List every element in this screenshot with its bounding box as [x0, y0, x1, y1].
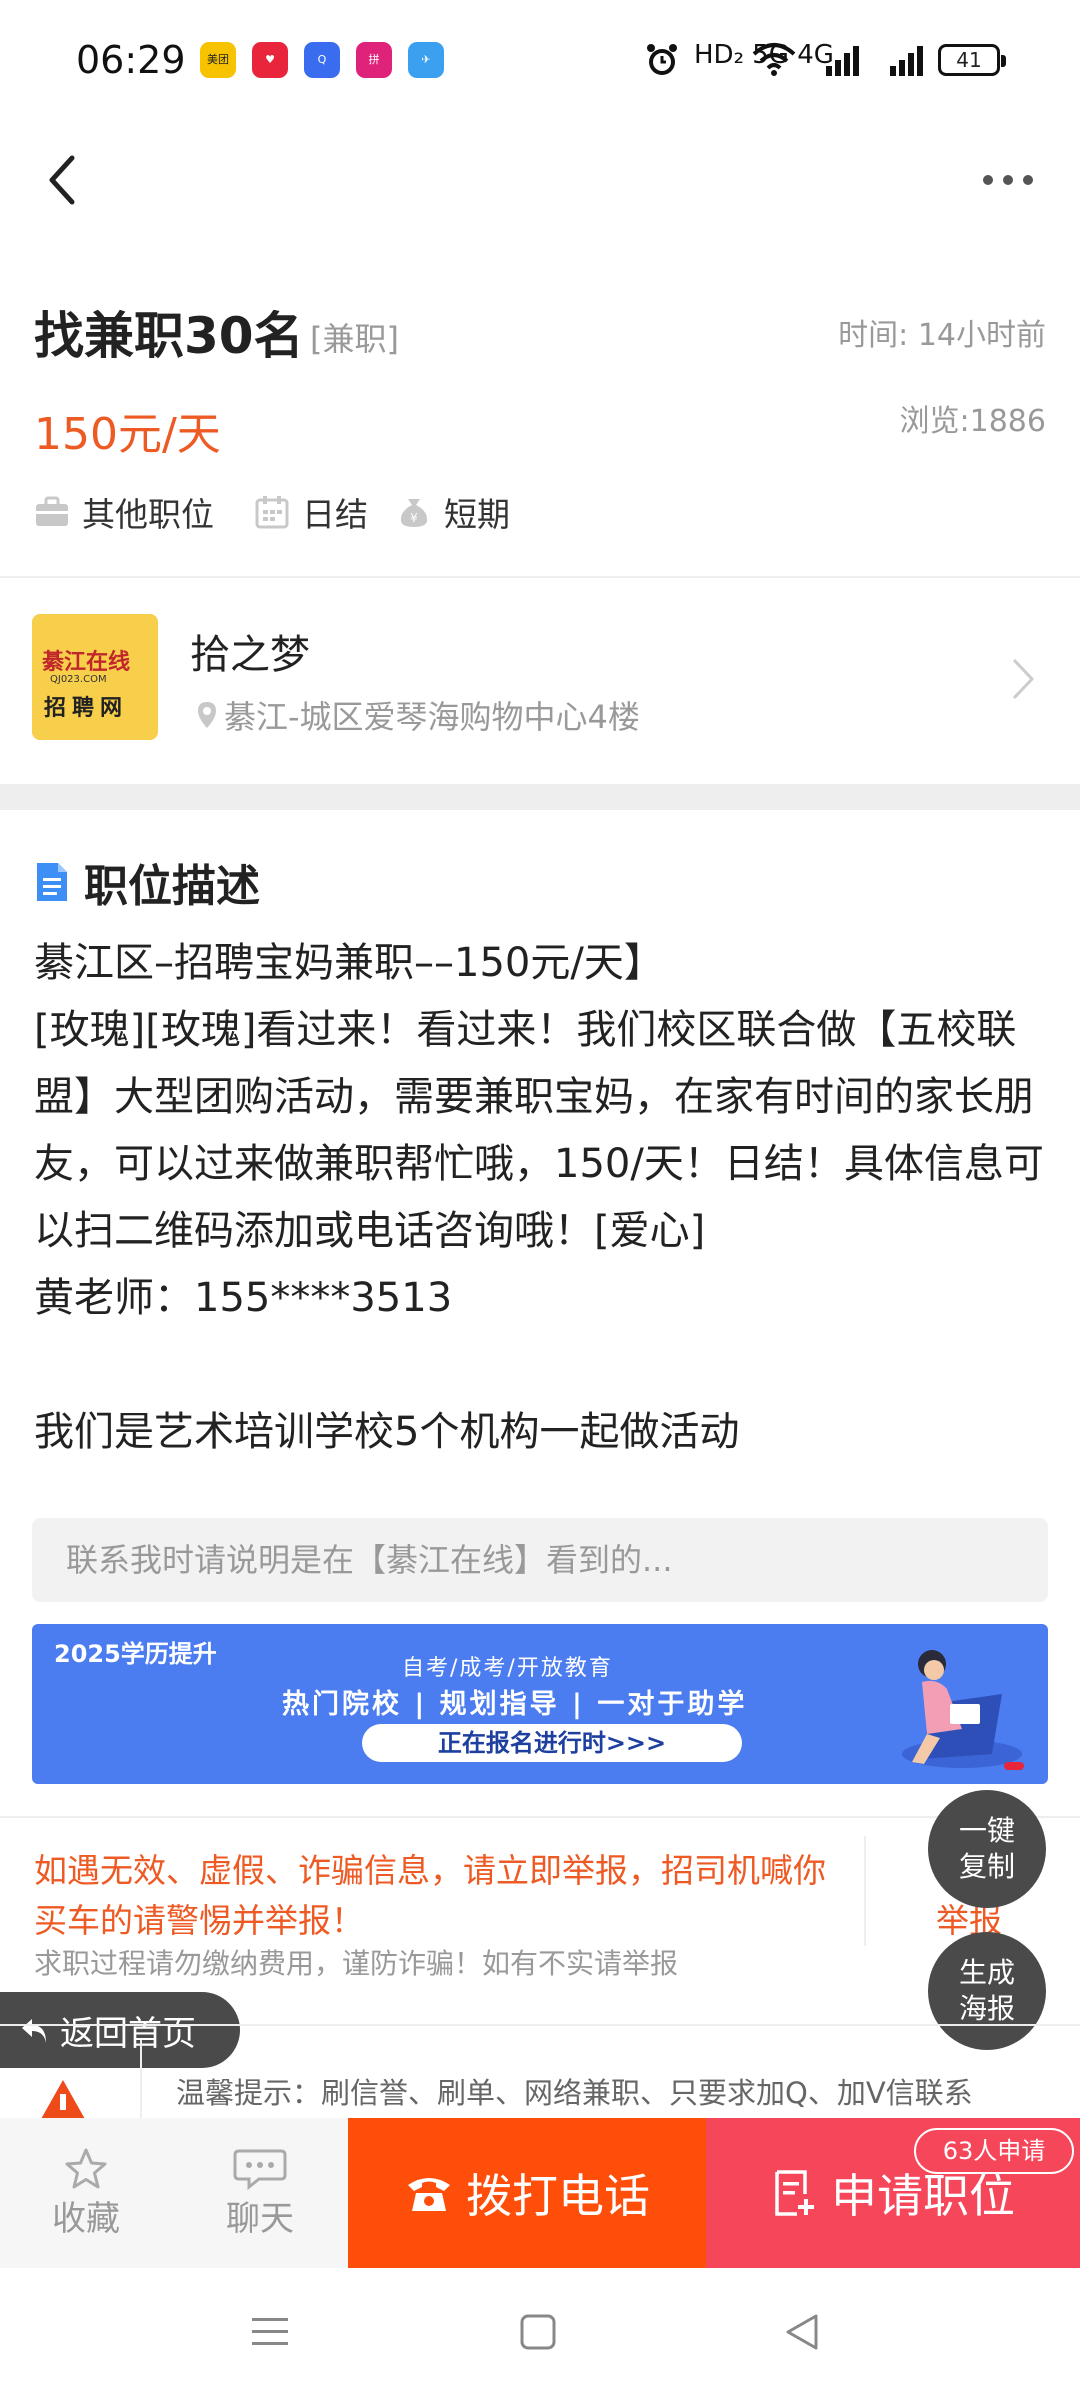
job-title: 找兼职30名: [34, 307, 304, 365]
copy-fab-button[interactable]: 一键 复制: [928, 1790, 1046, 1908]
poster-fab-button[interactable]: 生成 海报: [928, 1932, 1046, 2050]
logo-line-2: QJ023.COM: [50, 674, 107, 685]
location-pin-icon: [198, 702, 216, 728]
chevron-right-icon[interactable]: [1010, 656, 1036, 702]
tag-duration-label: 短期: [444, 495, 510, 534]
banner-tag: 2025学历提升: [54, 1640, 217, 1668]
view-count: 浏览:1886: [899, 404, 1046, 439]
briefcase-icon: [36, 496, 68, 526]
home-square-icon[interactable]: [518, 2312, 558, 2352]
tag-category-label: 其他职位: [82, 495, 214, 534]
chat-label: 聊天: [226, 2198, 294, 2239]
back-arrow-icon[interactable]: [40, 150, 90, 210]
applicant-count-badge: 63人申请: [914, 2128, 1074, 2174]
section-title-label: 职位描述: [84, 861, 260, 912]
job-description: 綦江区–招聘宝妈兼职––150元/天】 [玫瑰][玫瑰]看过来！看过来！我们校区…: [34, 940, 1044, 1455]
post-time: 时间: 14小时前: [838, 318, 1046, 353]
banner-line-2: 热门院校 | 规划指导 | 一对于助学: [282, 1689, 748, 1720]
contact-note: 联系我时请说明是在【綦江在线】看到的...: [32, 1518, 1048, 1602]
company-address-label: 綦江-城区爱琴海购物中心4楼: [224, 698, 640, 736]
call-label: 拨打电话: [466, 2169, 650, 2223]
call-button[interactable]: 拨打电话: [348, 2118, 706, 2268]
chat-bubble-icon: [233, 2149, 287, 2190]
feather-app-icon: ✈: [408, 42, 444, 78]
alarm-icon: [647, 44, 677, 75]
fraud-warning-sub: 求职过程请勿缴纳费用，谨防诈骗！如有不实请举报: [34, 1947, 679, 1980]
phone-icon: [408, 2178, 450, 2211]
favorite-button[interactable]: 收藏: [0, 2118, 172, 2268]
calendar-icon: [255, 496, 289, 529]
return-arrow-icon: [22, 2019, 46, 2043]
warm-tip: 温馨提示：刷信誉、刷单、网络兼职、只要求加Q、加V信联系: [176, 2076, 973, 2110]
star-icon: [65, 2148, 107, 2188]
vertical-divider: [864, 1836, 866, 1946]
svg-text:¥: ¥: [410, 511, 418, 525]
meituan-app-icon: 美团: [200, 42, 236, 78]
divider: [0, 576, 1080, 578]
qq-app-icon: Q: [304, 42, 340, 78]
wifi-icon: [752, 43, 796, 76]
more-options-icon[interactable]: [978, 170, 1038, 190]
logo-line-3: 招聘网: [44, 695, 129, 721]
pinduoduo-app-icon: 拼: [356, 42, 392, 78]
tag-duration: ¥ 短期: [396, 488, 510, 536]
section-divider: [0, 784, 1080, 810]
apply-form-icon: [775, 2170, 814, 2216]
tag-pay-cycle: 日结: [254, 488, 368, 536]
ad-banner[interactable]: 2025学历提升 自考/成考/开放教育 热门院校 | 规划指导 | 一对于助学 …: [32, 1624, 1048, 1784]
banner-signup-button[interactable]: 正在报名进行时>>>: [362, 1724, 742, 1762]
company-name[interactable]: 拾之梦: [190, 622, 310, 680]
tag-category: 其他职位: [34, 488, 214, 536]
student-illustration-icon: [902, 1650, 1024, 1770]
home-button[interactable]: 返回首页: [0, 1992, 240, 2068]
section-title: 职位描述: [34, 850, 260, 914]
system-navigation-bar: [0, 2268, 1080, 2400]
vertical-divider: [140, 2040, 142, 2120]
status-time: 06:29: [76, 38, 186, 82]
divider: [0, 2024, 1080, 2026]
favorite-label: 收藏: [52, 2198, 120, 2239]
logo-line-1: 綦江在线: [42, 649, 131, 675]
divider: [0, 1816, 1080, 1818]
company-logo[interactable]: 綦江在线 QJ023.COM 招聘网: [32, 614, 158, 740]
fraud-warning: 如遇无效、虚假、诈骗信息，请立即举报，招司机喊你买车的请警惕并举报！: [34, 1851, 826, 1940]
document-icon: [37, 863, 67, 901]
banner-line-1: 自考/成考/开放教育: [402, 1656, 613, 1681]
tag-pay-cycle-label: 日结: [302, 495, 368, 534]
company-address: 綦江-城区爱琴海购物中心4楼: [196, 692, 640, 738]
warning-triangle-icon: [41, 2080, 85, 2118]
signal-4g-icon: [890, 46, 923, 76]
heart-app-icon: ♥: [252, 42, 288, 78]
job-type: [兼职]: [310, 320, 399, 358]
money-bag-icon: ¥: [400, 499, 428, 527]
salary: 150元/天: [34, 409, 221, 460]
battery-indicator: 41: [938, 44, 1006, 76]
menu-icon[interactable]: [250, 2312, 290, 2352]
back-triangle-icon[interactable]: [782, 2312, 822, 2352]
chat-button[interactable]: 聊天: [172, 2118, 348, 2268]
signal-5g-icon: [826, 46, 859, 76]
home-button-label: 返回首页: [60, 2013, 196, 2054]
